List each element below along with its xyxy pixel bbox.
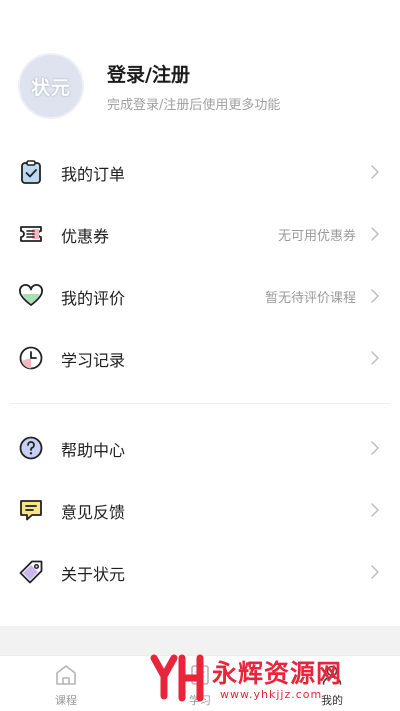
chevron-right-icon xyxy=(371,565,379,579)
login-register-title[interactable]: 登录/注册 xyxy=(107,60,190,87)
menu-item-label: 我的评价 xyxy=(61,289,126,308)
menu-item-about[interactable]: 关于状元 xyxy=(0,541,400,603)
chevron-right-icon xyxy=(371,227,379,241)
chevron-right-icon xyxy=(371,441,379,455)
menu-item-label: 我的订单 xyxy=(61,165,126,184)
feedback-message-icon xyxy=(20,500,42,521)
tab-courses[interactable]: 课程 xyxy=(36,662,96,708)
menu-item-orders[interactable]: 我的订单 xyxy=(0,141,400,203)
coupon-ticket-icon xyxy=(20,226,42,242)
menu-item-help-center[interactable]: 帮助中心 xyxy=(0,417,400,479)
menu-item-study-records[interactable]: 学习记录 xyxy=(0,327,400,389)
menu-item-feedback[interactable]: 意见反馈 xyxy=(0,479,400,541)
avatar-text: 状元 xyxy=(30,76,71,99)
chevron-right-icon xyxy=(371,351,379,365)
menu-item-label: 学习记录 xyxy=(61,351,126,370)
menu-item-label: 意见反馈 xyxy=(61,503,126,522)
tab-label: 课程 xyxy=(55,694,77,707)
watermark-logo xyxy=(150,654,204,702)
menu-item-label: 关于状元 xyxy=(61,565,126,584)
watermark-title: 永辉资源网 xyxy=(212,659,343,688)
menu-group-account: 我的订单 优惠券 无可用优惠券 我的评价 暂无待评价课程 学习记录 xyxy=(0,141,400,389)
login-register-subtitle: 完成登录/注册后使用更多功能 xyxy=(107,98,281,113)
profile-header[interactable]: 状元 登录/注册 完成登录/注册后使用更多功能 xyxy=(0,0,400,140)
menu-group-support: 帮助中心 意见反馈 关于状元 xyxy=(0,417,400,603)
menu-item-coupons[interactable]: 优惠券 无可用优惠券 xyxy=(0,203,400,265)
section-divider xyxy=(10,403,390,404)
heart-icon xyxy=(19,284,43,306)
chevron-right-icon xyxy=(371,289,379,303)
menu-item-value: 暂无待评价课程 xyxy=(264,291,356,306)
tag-icon xyxy=(19,560,43,584)
chevron-right-icon xyxy=(371,165,379,179)
avatar[interactable]: 状元 xyxy=(18,53,84,119)
watermark-url: www.yhkjjz.com xyxy=(220,688,323,701)
menu-item-label: 优惠券 xyxy=(61,227,110,246)
clipboard-check-icon xyxy=(21,160,41,184)
menu-item-label: 帮助中心 xyxy=(61,441,126,460)
clock-icon xyxy=(19,346,43,370)
watermark: 永辉资源网 www.yhkjjz.com xyxy=(150,650,390,708)
help-question-icon xyxy=(19,436,43,460)
menu-item-reviews[interactable]: 我的评价 暂无待评价课程 xyxy=(0,265,400,327)
menu-item-value: 无可用优惠券 xyxy=(277,229,356,244)
home-icon xyxy=(56,665,76,685)
chevron-right-icon xyxy=(371,503,379,517)
